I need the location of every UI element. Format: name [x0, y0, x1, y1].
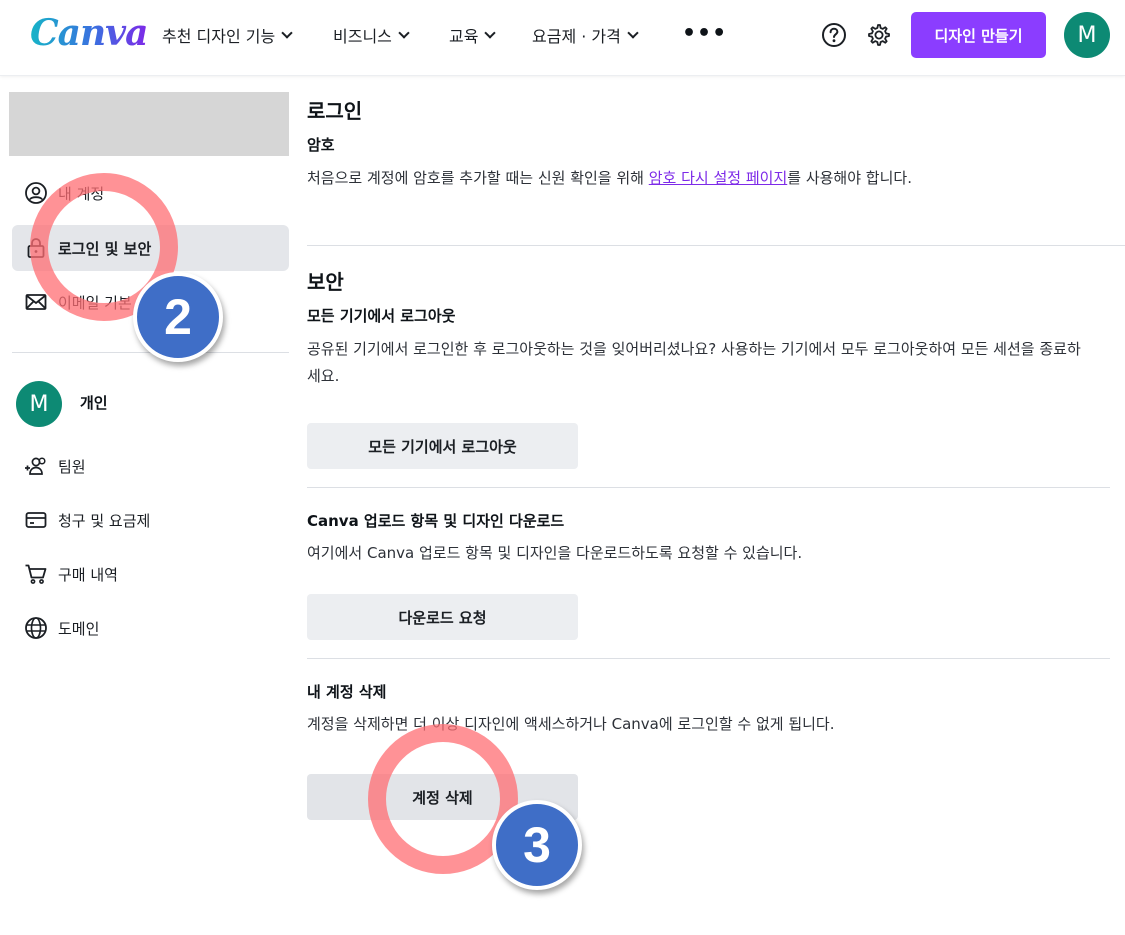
section-divider — [307, 487, 1110, 488]
security-section-title: 보안 — [307, 270, 344, 294]
download-description: 여기에서 Canva 업로드 항목 및 디자인을 다운로드하도록 요청할 수 있… — [307, 544, 803, 562]
account-avatar[interactable]: M — [1064, 12, 1110, 58]
more-menu-icon[interactable]: ••• — [682, 23, 727, 45]
help-icon[interactable] — [821, 22, 847, 48]
mail-icon — [25, 294, 47, 310]
step-2-badge: 2 — [133, 272, 223, 362]
password-text: 처음으로 계정에 암호를 추가할 때는 신원 확인을 위해 — [307, 169, 649, 187]
password-reset-link[interactable]: 암호 다시 설정 페이지 — [649, 169, 788, 187]
chevron-down-icon — [627, 26, 639, 39]
section-divider — [307, 245, 1125, 246]
password-text-end: 를 사용해야 합니다. — [787, 169, 912, 187]
delete-account-heading: 내 계정 삭제 — [307, 683, 387, 701]
add-people-icon — [25, 457, 46, 475]
nav-item-pricing[interactable]: 요금제 · 가격 — [532, 0, 639, 70]
sidebar-banner-placeholder — [9, 92, 289, 156]
password-description: 처음으로 계정에 암호를 추가할 때는 신원 확인을 위해 암호 다시 설정 페… — [307, 165, 1087, 192]
sidebar-item-domains[interactable]: 도메인 — [12, 605, 289, 651]
download-request-button[interactable]: 다운로드 요청 — [307, 594, 578, 640]
cart-icon — [25, 564, 47, 584]
section-divider — [307, 658, 1110, 659]
personal-label[interactable]: 개인 — [80, 392, 108, 413]
logout-description: 공유된 기기에서 로그인한 후 로그아웃하는 것을 잊어버리셨나요? 사용하는 … — [307, 340, 1081, 385]
create-design-button[interactable]: 디자인 만들기 — [911, 12, 1046, 58]
nav-item-label: 비즈니스 — [333, 27, 392, 46]
download-heading: Canva 업로드 항목 및 디자인 다운로드 — [307, 512, 565, 530]
top-nav-bar: Canva 추천 디자인 기능 비즈니스 교육 요금제 · 가격 ••• 디자인… — [0, 0, 1125, 76]
chevron-down-icon — [484, 26, 497, 39]
nav-item-business[interactable]: 비즈니스 — [333, 0, 410, 70]
step-3-badge: 3 — [492, 800, 582, 890]
personal-avatar[interactable]: M — [16, 381, 62, 427]
sidebar-item-label: 팀원 — [58, 457, 86, 476]
settings-gear-icon[interactable] — [866, 22, 892, 48]
sidebar-item-purchase-history[interactable]: 구매 내역 — [12, 551, 289, 597]
chevron-down-icon — [398, 26, 410, 39]
login-section-title: 로그인 — [307, 99, 363, 123]
logout-all-devices-button[interactable]: 모든 기기에서 로그아웃 — [307, 423, 578, 469]
chevron-down-icon — [281, 26, 293, 39]
canva-logo[interactable]: Canva — [30, 12, 148, 54]
logout-heading: 모든 기기에서 로그아웃 — [307, 307, 456, 325]
sidebar-item-team-members[interactable]: 팀원 — [12, 443, 289, 489]
sidebar-item-label: 청구 및 요금제 — [58, 511, 151, 530]
nav-item-label: 교육 — [449, 27, 479, 46]
sidebar-item-label: 도메인 — [58, 619, 100, 638]
nav-item-label: 추천 디자인 기능 — [162, 27, 276, 46]
nav-item-label: 요금제 · 가격 — [532, 27, 621, 46]
nav-item-education[interactable]: 교육 — [449, 0, 497, 70]
sidebar-item-billing[interactable]: 청구 및 요금제 — [12, 497, 289, 543]
credit-card-icon — [25, 512, 47, 528]
globe-icon — [25, 617, 47, 639]
sidebar-item-label: 구매 내역 — [58, 565, 118, 584]
nav-item-featured[interactable]: 추천 디자인 기능 — [162, 0, 293, 70]
password-heading: 암호 — [307, 136, 335, 154]
